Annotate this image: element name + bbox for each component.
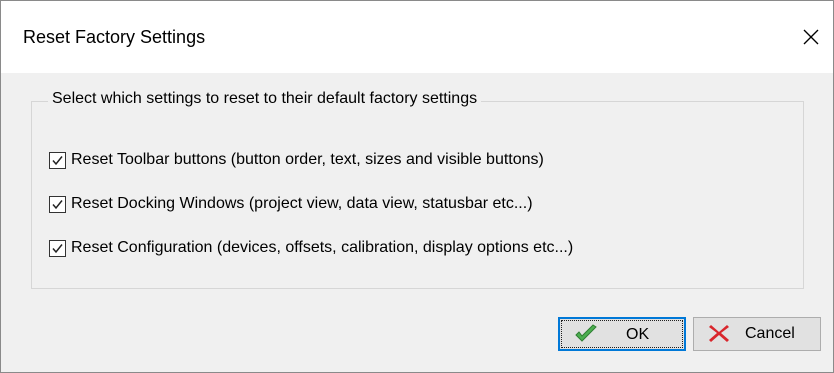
close-button[interactable] xyxy=(793,19,829,55)
reset-configuration-checkbox[interactable] xyxy=(49,239,66,257)
red-x-icon xyxy=(709,325,729,342)
reset-docking-label: Reset Docking Windows (project view, dat… xyxy=(71,195,533,212)
groupbox-legend: Select which settings to reset to their … xyxy=(48,90,482,108)
reset-configuration-option[interactable]: Reset Configuration (devices, offsets, c… xyxy=(49,236,573,260)
reset-toolbar-option[interactable]: Reset Toolbar buttons (button order, tex… xyxy=(49,148,544,172)
reset-options-groupbox: Select which settings to reset to their … xyxy=(31,90,804,289)
reset-configuration-label: Reset Configuration (devices, offsets, c… xyxy=(71,239,574,256)
title-bar: Reset Factory Settings xyxy=(1,1,833,73)
close-icon xyxy=(803,29,819,45)
checkmark-icon xyxy=(52,199,63,209)
green-checkmark-icon xyxy=(575,324,597,342)
checkmark-icon xyxy=(52,155,63,165)
reset-toolbar-label: Reset Toolbar buttons (button order, tex… xyxy=(71,151,544,168)
dialog-title: Reset Factory Settings xyxy=(23,27,206,47)
ok-label: OK xyxy=(626,326,650,343)
checkmark-icon xyxy=(52,243,63,253)
reset-factory-settings-dialog: Reset Factory Settings Select which sett… xyxy=(0,0,834,373)
cancel-label: Cancel xyxy=(745,325,795,342)
reset-docking-checkbox[interactable] xyxy=(49,195,66,213)
reset-toolbar-checkbox[interactable] xyxy=(49,151,66,169)
ok-button[interactable]: OK xyxy=(558,317,686,351)
dialog-content: Select which settings to reset to their … xyxy=(1,73,833,372)
reset-docking-option[interactable]: Reset Docking Windows (project view, dat… xyxy=(49,192,533,216)
cancel-button[interactable]: Cancel xyxy=(693,317,821,351)
